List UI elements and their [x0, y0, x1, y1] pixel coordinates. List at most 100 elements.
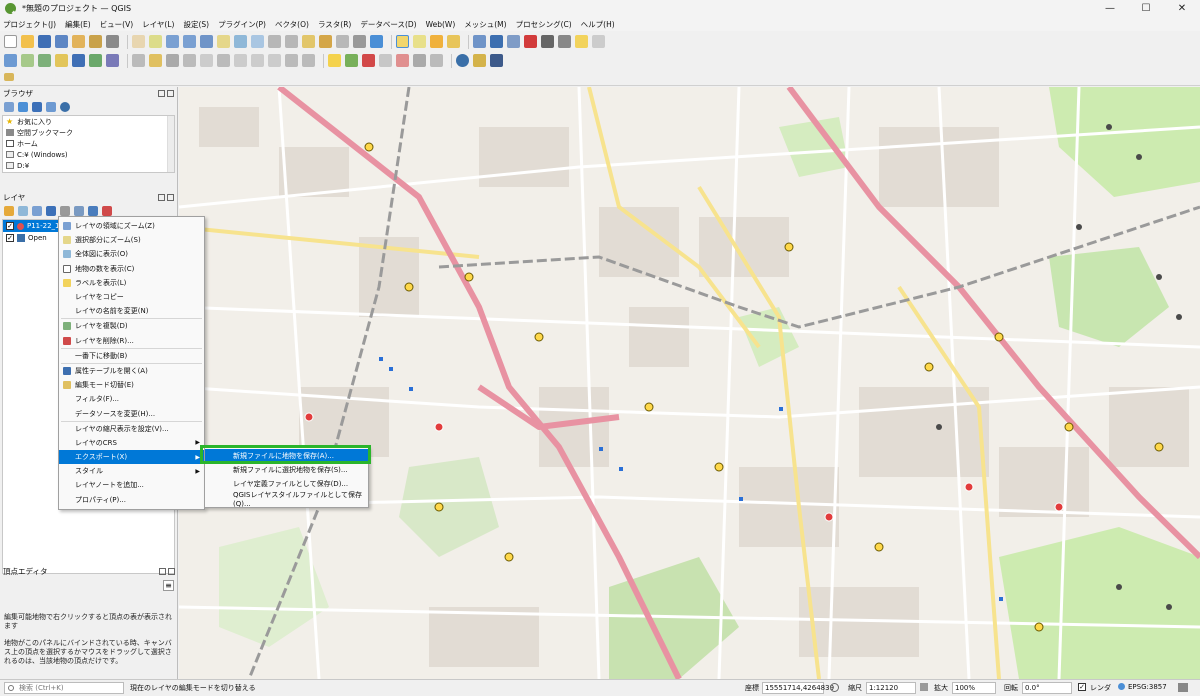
python-icon[interactable] [473, 54, 486, 67]
menu-mesh[interactable]: メッシュ(M) [464, 19, 506, 30]
menu-item-zoom-to-selection[interactable]: 選択部分にズーム(S) [59, 233, 204, 247]
zoom-last-icon[interactable] [268, 35, 281, 48]
attribute-table-icon[interactable] [490, 35, 503, 48]
temporal-icon[interactable] [353, 35, 366, 48]
diagram-icon[interactable] [345, 54, 358, 67]
menu-project[interactable]: プロジェクト(J) [3, 19, 56, 30]
info-icon[interactable] [60, 102, 70, 112]
menu-raster[interactable]: ラスタ(R) [318, 19, 351, 30]
menu-item-add-layer-notes[interactable]: レイヤノートを追加... [59, 478, 204, 492]
browser-item-favorites[interactable]: ★ お気に入り [3, 116, 174, 127]
menu-item-show-feature-count[interactable]: 地物の数を表示(C) [59, 262, 204, 276]
collapse-all-icon[interactable] [46, 102, 56, 112]
menu-item-open-attribute-table[interactable]: 属性テーブルを開く(A) [59, 364, 204, 378]
menu-item-toggle-editing[interactable]: 編集モード切替(E) [59, 378, 204, 392]
browser-item-c-drive[interactable]: C:¥ (Windows) [3, 149, 174, 160]
plugin-icon[interactable] [490, 54, 503, 67]
select-value-icon[interactable] [413, 35, 426, 48]
new-temp-layer-icon[interactable] [55, 54, 68, 67]
globe-icon[interactable] [456, 54, 469, 67]
zoom-native-icon[interactable] [251, 35, 264, 48]
zoom-layer-icon[interactable] [234, 35, 247, 48]
browser-tree[interactable]: ★ お気に入り 空間ブックマーク ホーム C:¥ (Windows) D:¥ [2, 115, 175, 173]
float-panel-icon[interactable] [158, 89, 165, 97]
menu-view[interactable]: ビュー(V) [100, 19, 133, 30]
new-map-view-icon[interactable] [302, 35, 315, 48]
coordinate-toggle-icon[interactable] [830, 683, 839, 692]
browser-item-d-drive[interactable]: D:¥ [3, 160, 174, 171]
select-location-icon[interactable] [447, 35, 460, 48]
style-panel-icon[interactable] [4, 206, 14, 216]
pin-labels-icon[interactable] [362, 54, 375, 67]
zoom-selection-icon[interactable] [217, 35, 230, 48]
change-label-icon[interactable] [430, 54, 443, 67]
move-label-icon[interactable] [396, 54, 409, 67]
zoom-out-icon[interactable] [183, 35, 196, 48]
close-panel-icon[interactable] [167, 193, 174, 201]
deselect-icon[interactable] [430, 35, 443, 48]
browser-item-bookmarks[interactable]: 空間ブックマーク [3, 127, 174, 138]
manage-visibility-icon[interactable] [32, 206, 42, 216]
show-bookmarks-icon[interactable] [336, 35, 349, 48]
add-raster-icon[interactable] [89, 54, 102, 67]
measure-icon[interactable] [541, 35, 554, 48]
new-geopackage-icon[interactable] [21, 54, 34, 67]
add-group-icon[interactable] [18, 206, 28, 216]
refresh-icon[interactable] [370, 35, 383, 48]
menu-item-style[interactable]: スタイル ▶ [59, 464, 204, 478]
paste-features-icon[interactable] [268, 54, 281, 67]
menu-item-remove-layer[interactable]: レイヤを削除(R)... [59, 334, 204, 348]
new-project-icon[interactable] [4, 35, 17, 48]
browser-scrollbar[interactable] [167, 116, 174, 172]
menu-item-move-to-bottom[interactable]: 一番下に移動(B) [59, 349, 204, 363]
menu-item-layer-crs[interactable]: レイヤのCRS ▶ [59, 436, 204, 450]
statistics-sigma-icon[interactable] [524, 35, 537, 48]
submenu-item-save-qml-style[interactable]: QGISレイヤスタイルファイルとして保存(Q)... [205, 491, 368, 508]
map-tips-icon[interactable] [575, 35, 588, 48]
vertex-tool-icon[interactable] [200, 54, 213, 67]
annotation-icon[interactable] [558, 35, 571, 48]
save-as-icon[interactable] [55, 35, 68, 48]
pan-icon[interactable] [132, 35, 145, 48]
bookmark-icon[interactable] [319, 35, 332, 48]
redo-icon[interactable] [302, 54, 315, 67]
menu-plugins[interactable]: プラグイン(P) [218, 19, 266, 30]
new-virtual-layer-icon[interactable] [72, 54, 85, 67]
float-panel-icon[interactable] [158, 193, 165, 201]
menu-item-copy-layer[interactable]: レイヤをコピー [59, 290, 204, 304]
menu-database[interactable]: データベース(D) [360, 19, 416, 30]
lock-scale-icon[interactable] [920, 683, 928, 691]
layout-manager-icon[interactable] [89, 35, 102, 48]
cut-features-icon[interactable] [234, 54, 247, 67]
vertex-menu-icon[interactable]: ≡ [163, 580, 174, 591]
minimize-button[interactable]: — [1092, 0, 1128, 17]
coordinate-field[interactable]: 15551714,4264839 [762, 682, 834, 694]
menu-help[interactable]: ヘルプ(H) [581, 19, 615, 30]
gps-icon[interactable] [4, 73, 14, 81]
add-selected-icon[interactable] [4, 102, 14, 112]
settings-gear-icon[interactable] [507, 35, 520, 48]
refresh-icon[interactable] [18, 102, 28, 112]
filter-expression-icon[interactable] [60, 206, 70, 216]
toggle-editing-icon[interactable] [149, 54, 162, 67]
style-manager-icon[interactable] [106, 35, 119, 48]
label-tool-icon[interactable] [328, 54, 341, 67]
menu-item-duplicate-layer[interactable]: レイヤを複製(D) [59, 319, 204, 333]
submenu-item-save-selected-as[interactable]: 新規ファイルに選択地物を保存(S)... [205, 463, 368, 477]
data-source-manager-icon[interactable] [4, 54, 17, 67]
open-project-icon[interactable] [21, 35, 34, 48]
locator-search-input[interactable]: 検索 (Ctrl+K) [4, 682, 124, 694]
collapse-all-icon[interactable] [88, 206, 98, 216]
delete-selected-icon[interactable] [217, 54, 230, 67]
menu-layer[interactable]: レイヤ(L) [142, 19, 174, 30]
messages-icon[interactable] [1178, 683, 1188, 692]
save-project-icon[interactable] [38, 35, 51, 48]
pan-to-selection-icon[interactable] [149, 35, 162, 48]
crs-globe-icon[interactable] [1118, 683, 1125, 690]
layer-visibility-checkbox[interactable]: ✓ [6, 234, 14, 242]
current-edits-icon[interactable] [132, 54, 145, 67]
copy-features-icon[interactable] [251, 54, 264, 67]
undo-icon[interactable] [285, 54, 298, 67]
crs-label[interactable]: EPSG:3857 [1128, 683, 1167, 691]
close-panel-icon[interactable] [168, 567, 175, 575]
